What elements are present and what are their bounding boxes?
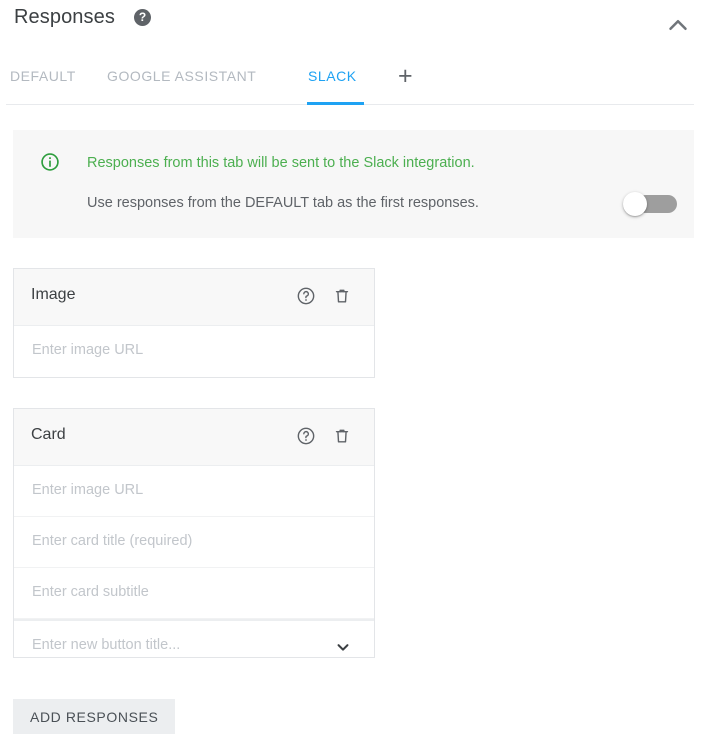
- response-card-header: Image: [14, 269, 374, 326]
- trash-icon[interactable]: [332, 426, 352, 446]
- chevron-down-icon[interactable]: [334, 638, 352, 656]
- card-field-row[interactable]: Enter image URL: [14, 466, 374, 517]
- add-responses-button[interactable]: ADD RESPONSES: [13, 699, 175, 734]
- card-field-row[interactable]: Enter card subtitle: [14, 568, 374, 619]
- banner-secondary-text: Use responses from the DEFAULT tab as th…: [87, 193, 479, 213]
- help-circle-outline-icon[interactable]: [296, 426, 316, 446]
- add-tab-button[interactable]: +: [398, 63, 413, 89]
- page-title: Responses: [14, 6, 115, 29]
- response-tabs: DEFAULT GOOGLE ASSISTANT SLACK +: [0, 68, 705, 106]
- info-circle-icon: [40, 152, 60, 172]
- response-card-title: Card: [31, 426, 66, 444]
- toggle-knob: [623, 192, 647, 216]
- trash-icon[interactable]: [332, 286, 352, 306]
- active-tab-indicator: [307, 102, 364, 105]
- card-subtitle-input[interactable]: Enter card subtitle: [32, 584, 149, 600]
- slack-info-banner: Responses from this tab will be sent to …: [13, 130, 694, 238]
- card-image-url-input[interactable]: Enter image URL: [32, 482, 143, 498]
- response-card-title: Image: [31, 286, 75, 304]
- card-field-row[interactable]: Enter new button title...: [14, 619, 374, 672]
- response-card-actions: [296, 286, 352, 306]
- card-field-row[interactable]: Enter card title (required): [14, 517, 374, 568]
- tab-slack[interactable]: SLACK: [308, 68, 357, 97]
- response-card-header: Card: [14, 409, 374, 466]
- banner-primary-text: Responses from this tab will be sent to …: [87, 153, 475, 173]
- chevron-up-icon[interactable]: [663, 10, 693, 40]
- response-card-card: Card Enter image URL Enter card title (r: [13, 408, 375, 658]
- tab-default[interactable]: DEFAULT: [10, 68, 76, 97]
- help-circle-outline-icon[interactable]: [296, 286, 316, 306]
- response-card-image: Image Enter image URL: [13, 268, 375, 378]
- help-icon[interactable]: ?: [134, 9, 151, 26]
- image-url-input[interactable]: Enter image URL: [32, 342, 143, 358]
- responses-panel-header: Responses ?: [0, 0, 705, 56]
- use-default-responses-toggle[interactable]: [623, 192, 680, 216]
- tab-google-assistant[interactable]: GOOGLE ASSISTANT: [107, 68, 256, 97]
- card-button-title-input[interactable]: Enter new button title...: [32, 637, 180, 653]
- card-title-input[interactable]: Enter card title (required): [32, 533, 192, 549]
- response-card-actions: [296, 426, 352, 446]
- card-field-row[interactable]: Enter image URL: [14, 326, 374, 376]
